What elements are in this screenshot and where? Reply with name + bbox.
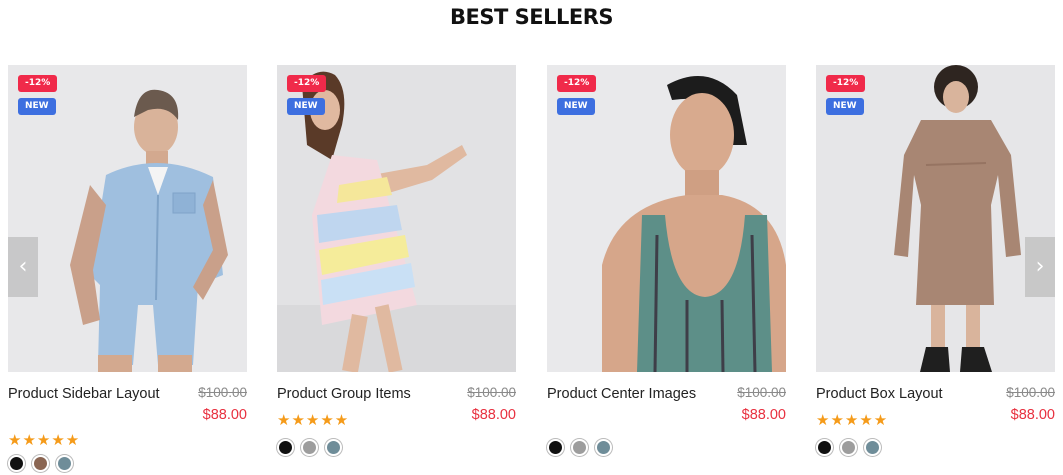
- swatch-grey[interactable]: [840, 439, 857, 456]
- swatch-blue-grey[interactable]: [864, 439, 881, 456]
- discount-badge: -12%: [557, 75, 597, 92]
- old-price: $100.00: [737, 385, 786, 400]
- sale-price: $88.00: [202, 407, 247, 423]
- discount-badge: -12%: [826, 75, 866, 92]
- swatch-blue-grey[interactable]: [56, 455, 73, 472]
- product-image[interactable]: -12% NEW: [277, 65, 516, 372]
- swatch-black[interactable]: [816, 439, 833, 456]
- color-swatches: [547, 439, 612, 456]
- star-rating: ★★★★★: [816, 412, 889, 429]
- chevron-right-icon: ›: [1035, 254, 1045, 279]
- swatch-grey[interactable]: [301, 439, 318, 456]
- product-name[interactable]: Product Center Images: [547, 385, 707, 404]
- product-image[interactable]: -12% NEW: [547, 65, 786, 372]
- product-name[interactable]: Product Sidebar Layout: [8, 385, 168, 404]
- swatch-black[interactable]: [8, 455, 25, 472]
- product-card[interactable]: -12% NEW Product Sidebar Layout $100.00 …: [8, 65, 247, 472]
- discount-badge: -12%: [287, 75, 327, 92]
- color-swatches: [8, 455, 73, 472]
- swatch-blue-grey[interactable]: [595, 439, 612, 456]
- product-name[interactable]: Product Box Layout: [816, 385, 976, 404]
- color-swatches: [816, 439, 881, 456]
- new-badge: NEW: [18, 98, 56, 115]
- new-badge: NEW: [826, 98, 864, 115]
- old-price: $100.00: [198, 385, 247, 400]
- product-card[interactable]: -12% NEW Product Center Images $100.00 $…: [547, 65, 786, 472]
- product-image[interactable]: -12% NEW: [816, 65, 1055, 372]
- section-title: BEST SELLERS: [450, 5, 613, 29]
- color-swatches: [277, 439, 342, 456]
- swatch-brown[interactable]: [32, 455, 49, 472]
- new-badge: NEW: [287, 98, 325, 115]
- product-image[interactable]: -12% NEW: [8, 65, 247, 372]
- swatch-black[interactable]: [277, 439, 294, 456]
- carousel-prev-button[interactable]: ‹: [8, 237, 38, 297]
- swatch-blue-grey[interactable]: [325, 439, 342, 456]
- swatch-grey[interactable]: [571, 439, 588, 456]
- old-price: $100.00: [1006, 385, 1055, 400]
- sale-price: $88.00: [741, 407, 786, 423]
- sale-price: $88.00: [1010, 407, 1055, 423]
- star-rating: ★★★★★: [8, 432, 81, 449]
- carousel-next-button[interactable]: ›: [1025, 237, 1055, 297]
- product-name[interactable]: Product Group Items: [277, 385, 437, 404]
- new-badge: NEW: [557, 98, 595, 115]
- sale-price: $88.00: [471, 407, 516, 423]
- product-card[interactable]: -12% NEW Product Box Layout $100.00 $88.…: [816, 65, 1055, 472]
- discount-badge: -12%: [18, 75, 58, 92]
- star-rating: ★★★★★: [277, 412, 350, 429]
- old-price: $100.00: [467, 385, 516, 400]
- swatch-black[interactable]: [547, 439, 564, 456]
- product-card[interactable]: -12% NEW Product Group Items $100.00 $88…: [277, 65, 516, 472]
- chevron-left-icon: ‹: [18, 254, 28, 279]
